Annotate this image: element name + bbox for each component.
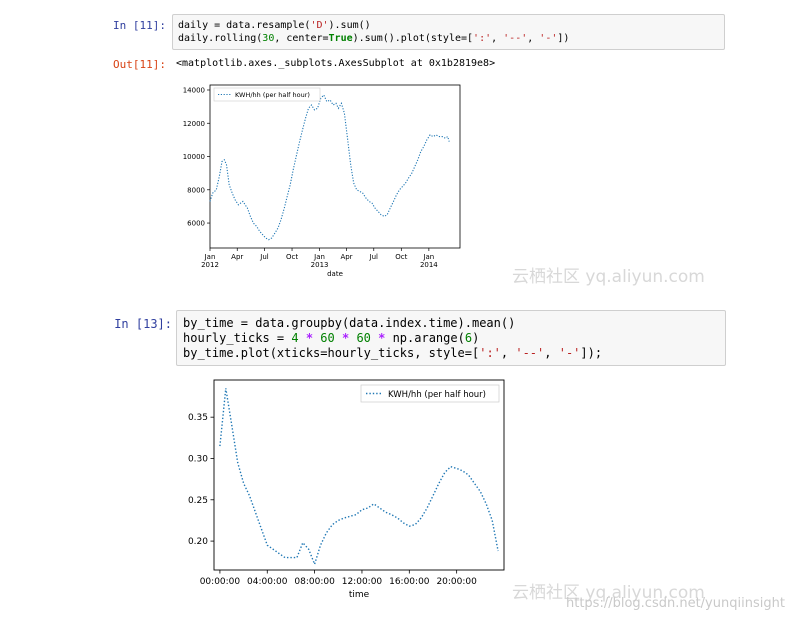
y-tick-label: 8000 xyxy=(187,186,205,194)
code-token: , xyxy=(500,346,516,360)
legend-label: KWH/hh (per half hour) xyxy=(235,91,310,99)
watermark-aliyun-top: 云栖社区 yq.aliyun.com xyxy=(512,267,705,287)
code-token: by_time.plot(xticks=hourly_ticks, style=… xyxy=(183,346,480,360)
string-literal: 'D' xyxy=(310,20,329,31)
x-tick-label: 16:00:00 xyxy=(389,577,430,587)
code-token: daily = data.resample( xyxy=(178,20,311,31)
x-tick-label: 12:00:00 xyxy=(342,577,383,587)
cell-13-code-editor[interactable]: by_time = data.groupby(data.index.time).… xyxy=(176,310,726,366)
x-tick-label: Jan xyxy=(422,253,434,261)
code-line: daily = data.resample('D').sum() xyxy=(178,20,371,31)
legend-label: KWH/hh (per half hour) xyxy=(388,390,486,400)
string-literal: '-' xyxy=(539,33,558,44)
watermark-csdn-url: https://blog.csdn.net/yunqiinsight xyxy=(566,596,785,611)
code-token: hourly_ticks = xyxy=(183,331,292,345)
number-literal: 60 xyxy=(320,331,335,345)
x-axis-label: date xyxy=(327,270,343,278)
y-tick-label: 12000 xyxy=(183,120,205,128)
hourly-mean-chart: 0.20 0.25 0.30 0.35 00:00:00 04:00:00 08:00:00… xyxy=(188,379,505,600)
string-literal: '--' xyxy=(503,33,528,44)
code-line: hourly_ticks = 4 * 60 * 60 * np.arange(6… xyxy=(183,331,479,345)
string-literal: ':' xyxy=(479,346,501,360)
operator: * xyxy=(370,331,393,345)
plot-area xyxy=(213,379,505,571)
x-tick-sublabel: 2013 xyxy=(311,261,329,269)
code-token: ).sum() xyxy=(328,20,371,31)
y-tick-label: 10000 xyxy=(183,153,205,161)
x-tick-label: Apr xyxy=(231,253,243,261)
code-line: by_time.plot(xticks=hourly_ticks, style=… xyxy=(183,346,602,360)
operator: * xyxy=(298,331,321,345)
code-token: daily.rolling( xyxy=(178,33,263,44)
y-tick-label: 0.35 xyxy=(188,413,208,423)
code-token: , center= xyxy=(274,33,329,44)
operator: * xyxy=(334,331,357,345)
cell-11-code-editor[interactable]: daily = data.resample('D').sum() daily.r… xyxy=(172,14,725,50)
code-token: ) xyxy=(472,331,480,345)
x-tick-label: Apr xyxy=(340,253,352,261)
string-literal: '--' xyxy=(515,346,545,360)
x-tick-label: Jul xyxy=(369,253,379,261)
y-tick-label: 0.25 xyxy=(188,496,208,506)
y-tick-label: 0.30 xyxy=(188,454,208,464)
string-literal: '-' xyxy=(558,346,581,360)
x-tick-label: Jan xyxy=(313,253,325,261)
x-axis-label: time xyxy=(349,590,370,600)
code-token: , xyxy=(544,346,559,360)
keyword: True xyxy=(328,33,353,44)
number-literal: 6 xyxy=(464,331,473,345)
code-token: ).sum().plot(style=[ xyxy=(352,33,474,44)
x-tick-label: Jan xyxy=(204,253,216,261)
code-token: , xyxy=(527,33,540,44)
code-line: by_time = data.groupby(data.index.time).… xyxy=(183,316,516,330)
x-tick-sublabel: 2012 xyxy=(201,261,219,269)
cell-11-output-text: <matplotlib.axes._subplots.AxesSubplot a… xyxy=(176,58,496,69)
x-tick-label: Jul xyxy=(259,253,269,261)
plot-area xyxy=(209,84,461,249)
code-token: ]); xyxy=(580,346,603,360)
x-tick-label: Oct xyxy=(286,253,298,261)
x-tick-label: 04:00:00 xyxy=(247,577,288,587)
code-token: , xyxy=(491,33,504,44)
string-literal: ':' xyxy=(473,33,492,44)
x-tick-label: 00:00:00 xyxy=(200,577,241,587)
x-tick-label: 20:00:00 xyxy=(436,577,477,587)
number-literal: 30 xyxy=(262,33,275,44)
x-tick-sublabel: 2014 xyxy=(420,261,438,269)
x-tick-label: Oct xyxy=(395,253,407,261)
cell-11-input-prompt: In [11]: xyxy=(113,19,166,32)
x-tick-label: 08:00:00 xyxy=(294,577,335,587)
number-literal: 4 xyxy=(291,331,299,345)
y-tick-label: 14000 xyxy=(183,86,205,94)
cell-13-input-prompt: In [13]: xyxy=(114,317,172,331)
y-tick-label: 6000 xyxy=(187,220,205,228)
cell-11-output-prompt: Out[11]: xyxy=(113,58,166,71)
code-token: np.arange( xyxy=(392,331,465,345)
daily-rolling-chart: 60008000100001200014000Jan2012Apr Jul Oct J… xyxy=(183,84,461,278)
number-literal: 60 xyxy=(356,331,371,345)
code-line: daily.rolling(30, center=True).sum().plo… xyxy=(178,33,569,44)
code-token: ]) xyxy=(557,33,570,44)
y-tick-label: 0.20 xyxy=(188,537,208,547)
